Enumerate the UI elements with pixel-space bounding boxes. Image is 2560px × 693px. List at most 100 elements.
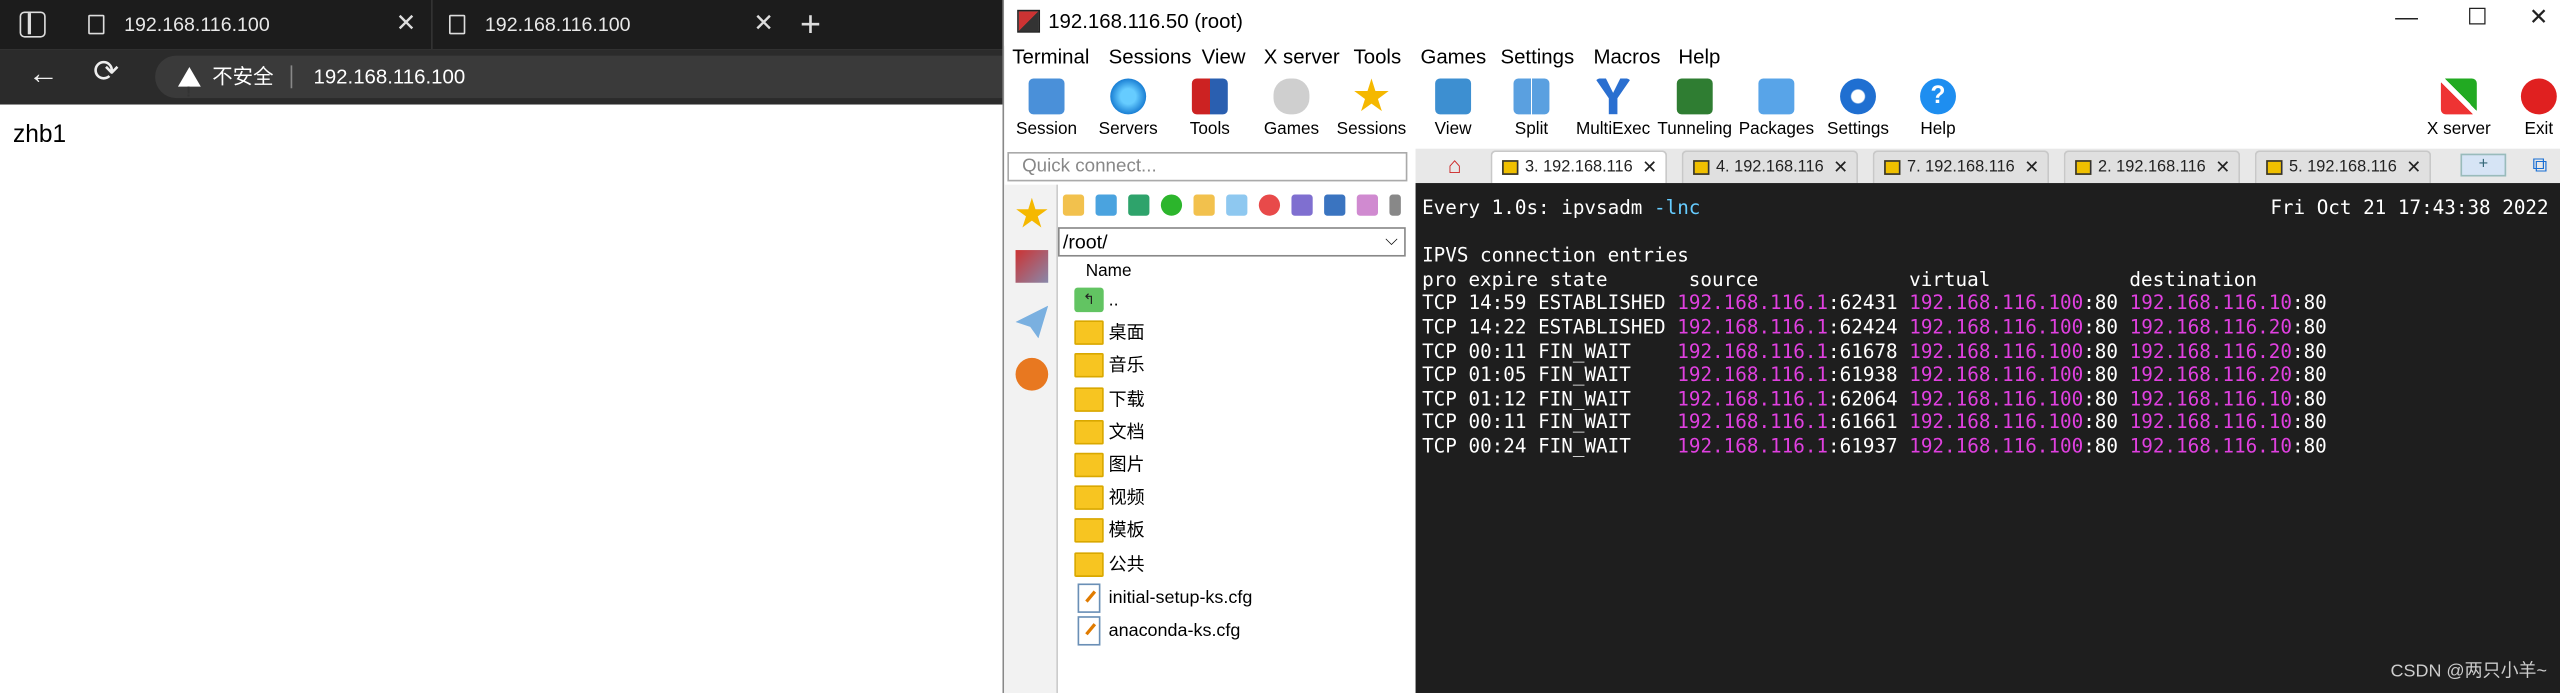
list-item[interactable]: anaconda-ks.cfg xyxy=(1074,614,1407,647)
new-file-icon[interactable] xyxy=(1226,194,1248,216)
maximize-icon[interactable]: ☐ xyxy=(2467,3,2488,31)
quick-connect-input[interactable]: Quick connect... xyxy=(1007,151,1408,182)
toolbar-tunneling[interactable]: Tunneling xyxy=(1656,75,1734,147)
tools-icon[interactable] xyxy=(1015,250,1049,283)
toolbar-tools[interactable]: Tools xyxy=(1174,75,1246,147)
entry-src-ip: 192.168.116.1 xyxy=(1677,315,1829,339)
close-icon[interactable]: ✕ xyxy=(2529,3,2548,31)
path-field[interactable]: /root/ ⌵ xyxy=(1057,227,1406,257)
toolbar-session[interactable]: Session xyxy=(1011,75,1083,147)
toolbar-servers[interactable]: Servers xyxy=(1091,75,1166,147)
entry-state: ESTABLISHED xyxy=(1538,315,1666,339)
back-arrow-icon[interactable]: ← xyxy=(28,57,59,93)
folder-up-icon[interactable] xyxy=(1062,194,1085,216)
delete-icon[interactable] xyxy=(1258,194,1281,216)
entry-src-port: 62424 xyxy=(1839,315,1898,339)
menu-tools[interactable]: Tools xyxy=(1354,46,1402,69)
column-header-name[interactable]: Name xyxy=(1086,262,1132,282)
menu-sessions[interactable]: Sessions xyxy=(1109,46,1192,69)
list-item[interactable]: ↰.. xyxy=(1074,284,1407,317)
menu-xserver[interactable]: X server xyxy=(1264,46,1340,69)
toolbar-sessions[interactable]: Sessions xyxy=(1332,75,1410,147)
edit-icon[interactable] xyxy=(1356,194,1378,216)
new-tab-button[interactable]: + xyxy=(2460,153,2507,177)
toolbar-packages[interactable]: Packages xyxy=(1737,75,1815,147)
menu-view[interactable]: View xyxy=(1202,46,1246,69)
entry-dst-ip: 192.168.116.10 xyxy=(2129,291,2292,315)
menu-terminal[interactable]: Terminal xyxy=(1012,46,1089,69)
session-tab[interactable]: 4. 192.168.116 ✕ xyxy=(1681,150,1859,185)
reload-icon[interactable]: ⟳ xyxy=(93,54,119,92)
toolbar-view[interactable]: View xyxy=(1417,75,1489,147)
close-icon[interactable]: ✕ xyxy=(2024,152,2039,185)
toolbar-help[interactable]: ? Help xyxy=(1902,75,1974,147)
list-item[interactable]: 视频 xyxy=(1074,482,1407,515)
star-icon[interactable] xyxy=(1016,197,1048,228)
list-item[interactable]: 公共 xyxy=(1074,548,1407,581)
rename-icon[interactable] xyxy=(1291,194,1313,216)
terminal[interactable]: Every 1.0s: ipvsadm -lnc Fri Oct 21 17:43… xyxy=(1415,183,2560,693)
session-tab[interactable]: 3. 192.168.116 ✕ xyxy=(1490,150,1667,185)
menu-games[interactable]: Games xyxy=(1420,46,1486,69)
url-text[interactable]: 192.168.116.100 xyxy=(313,56,465,98)
menu-help[interactable]: Help xyxy=(1678,46,1720,69)
entry-expire: 00:11 xyxy=(1468,339,1527,363)
list-item[interactable]: 文档 xyxy=(1074,416,1407,449)
toolbar-settings[interactable]: Settings xyxy=(1820,75,1895,147)
more-icon[interactable] xyxy=(1389,194,1401,216)
attach-icon[interactable]: ⧉ xyxy=(2532,152,2547,178)
warning-icon[interactable] xyxy=(177,67,201,113)
list-item[interactable]: 桌面 xyxy=(1074,317,1407,350)
list-item[interactable]: initial-setup-ks.cfg xyxy=(1074,581,1407,614)
menu-macros[interactable]: Macros xyxy=(1594,46,1661,69)
browser-tab[interactable]: 192.168.116.100 ✕ xyxy=(431,0,787,50)
toolbar-xserver[interactable]: X server xyxy=(2421,75,2496,147)
close-icon[interactable]: ✕ xyxy=(1642,152,1657,185)
toolbar-split[interactable]: Split xyxy=(1499,75,1564,147)
path-text[interactable]: /root/ xyxy=(1063,230,1108,253)
entry-vip: 192.168.116.100 xyxy=(1909,363,2084,386)
toolbar-multiexec[interactable]: MultiExec xyxy=(1572,75,1654,147)
close-icon[interactable]: ✕ xyxy=(753,0,774,49)
session-tab[interactable]: 7. 192.168.116 ✕ xyxy=(1872,150,2050,185)
close-icon[interactable]: ✕ xyxy=(1833,152,1848,185)
close-icon[interactable]: ✕ xyxy=(2215,152,2230,185)
menu-settings[interactable]: Settings xyxy=(1500,46,1574,69)
packages-icon xyxy=(1758,78,1795,115)
file-toolbar xyxy=(1060,190,1408,226)
list-item[interactable]: 下载 xyxy=(1074,383,1407,416)
toolbar-exit[interactable]: Exit xyxy=(2516,75,2560,147)
new-folder-icon[interactable] xyxy=(1193,194,1215,216)
browser-tab[interactable]: 192.168.116.100 ✕ xyxy=(71,0,430,50)
file-list: ↰.. 桌面 音乐 下载 文档 图片 视频 模板 公共 initial-setu… xyxy=(1074,284,1407,647)
minimize-icon[interactable]: — xyxy=(2395,3,2418,29)
close-icon[interactable]: ✕ xyxy=(2406,152,2421,185)
send-icon[interactable] xyxy=(1015,305,1049,339)
file-icon xyxy=(1077,582,1101,613)
folder-icon xyxy=(1074,452,1104,478)
list-item[interactable]: 音乐 xyxy=(1074,350,1407,383)
entry-dport: 80 xyxy=(2303,339,2327,363)
tab-actions-icon[interactable] xyxy=(19,11,46,38)
connection-entries: TCP 14:59 ESTABLISHED 192.168.116.1:6243… xyxy=(1422,292,2555,459)
permissions-icon[interactable] xyxy=(1324,194,1346,216)
page-content: zhb1 xyxy=(0,104,1003,693)
toolbar-games[interactable]: Games xyxy=(1256,75,1328,147)
address-bar[interactable]: 不安全 192.168.116.100 xyxy=(155,55,1003,113)
close-icon[interactable]: ✕ xyxy=(396,0,417,49)
chevron-down-icon[interactable]: ⌵ xyxy=(1385,229,1397,255)
insecure-label[interactable]: 不安全 xyxy=(212,56,273,98)
session-tab[interactable]: 5. 192.168.116 ✕ xyxy=(2254,150,2432,185)
home-icon[interactable]: ⌂ xyxy=(1422,152,1487,181)
sftp-icon[interactable] xyxy=(1015,357,1049,391)
upload-icon[interactable] xyxy=(1128,194,1150,216)
list-item[interactable]: 图片 xyxy=(1074,449,1407,482)
terminal-icon xyxy=(1502,160,1519,175)
table-row: TCP 00:24 FIN_WAIT 192.168.116.1:61937 1… xyxy=(1422,434,2327,458)
download-icon[interactable] xyxy=(1095,194,1117,216)
refresh-icon[interactable] xyxy=(1160,194,1183,216)
list-item[interactable]: 模板 xyxy=(1074,515,1407,548)
session-tab[interactable]: 2. 192.168.116 ✕ xyxy=(2063,150,2241,185)
new-tab-button[interactable]: + xyxy=(800,3,821,45)
entry-src-ip: 192.168.116.1 xyxy=(1677,410,1829,434)
